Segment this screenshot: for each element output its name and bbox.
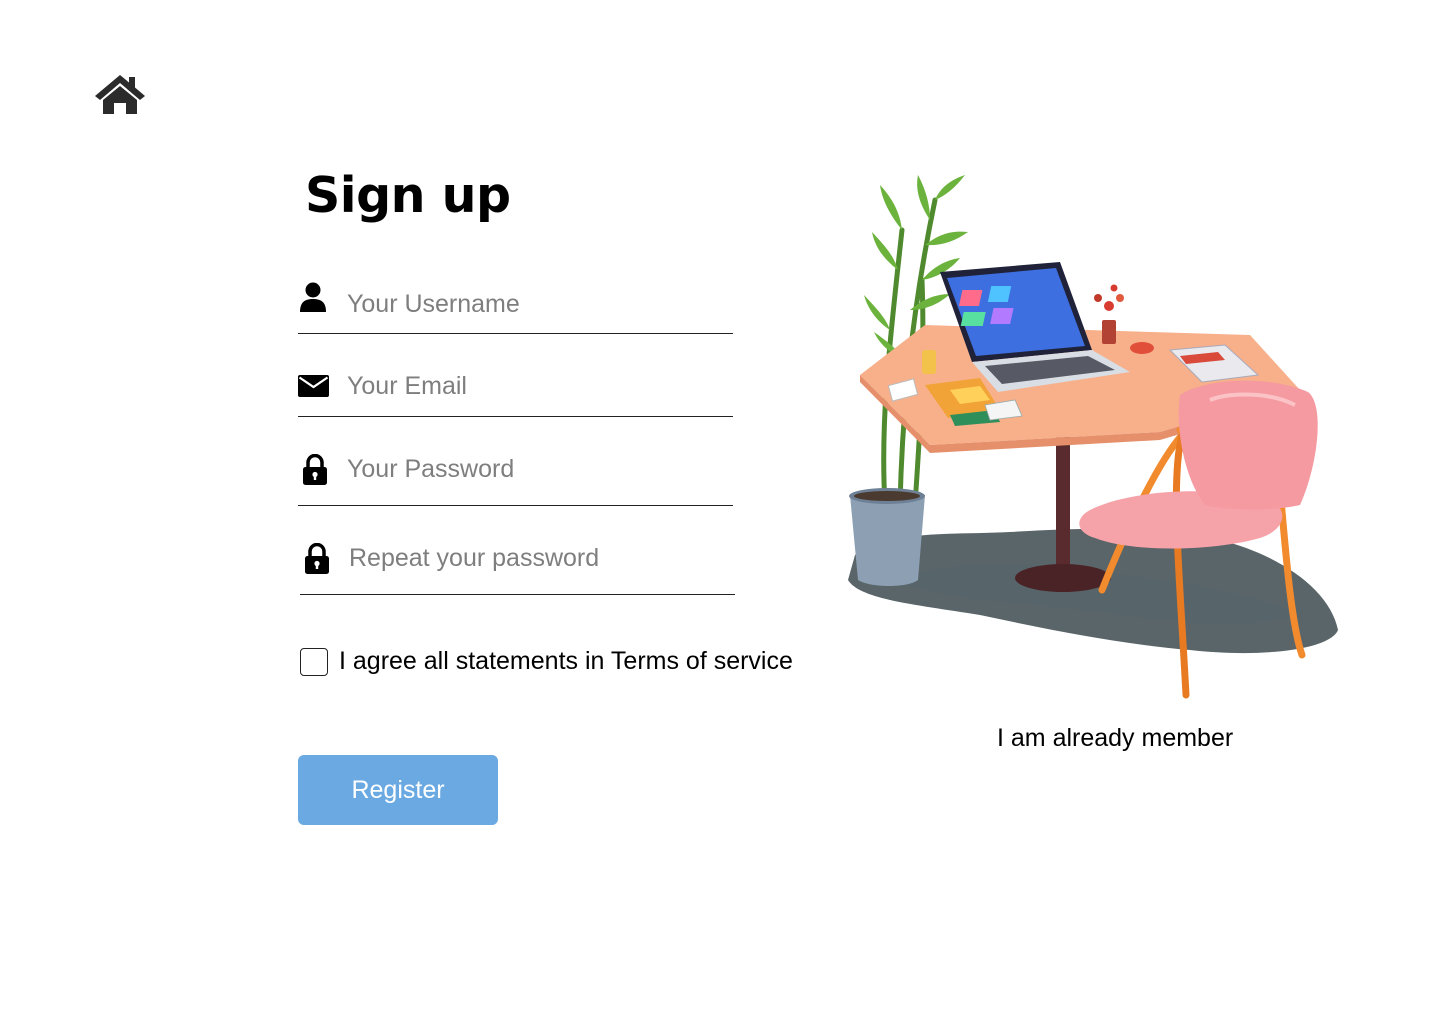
signup-page: Sign up Your Username Your Email I agree… bbox=[0, 0, 1440, 1024]
username-field-row bbox=[298, 280, 733, 334]
email-input[interactable] bbox=[347, 370, 727, 402]
desk-illustration bbox=[830, 160, 1350, 705]
email-field-row bbox=[298, 362, 733, 417]
user-icon bbox=[299, 282, 327, 317]
password-field-row bbox=[298, 445, 733, 506]
repeat-password-input[interactable] bbox=[349, 542, 729, 574]
page-title: Sign up bbox=[305, 167, 511, 224]
terms-checkbox[interactable] bbox=[300, 648, 328, 676]
envelope-icon bbox=[298, 375, 329, 402]
repeat-password-field-row bbox=[300, 534, 735, 595]
home-icon[interactable] bbox=[93, 72, 147, 116]
password-input[interactable] bbox=[347, 453, 727, 485]
already-member-link[interactable]: I am already member bbox=[997, 724, 1233, 753]
register-button[interactable]: Register bbox=[298, 755, 498, 825]
lock-icon bbox=[305, 542, 329, 579]
username-input[interactable] bbox=[347, 288, 727, 320]
lock-icon bbox=[303, 453, 327, 490]
terms-label[interactable]: I agree all statements in Terms of servi… bbox=[339, 647, 793, 676]
